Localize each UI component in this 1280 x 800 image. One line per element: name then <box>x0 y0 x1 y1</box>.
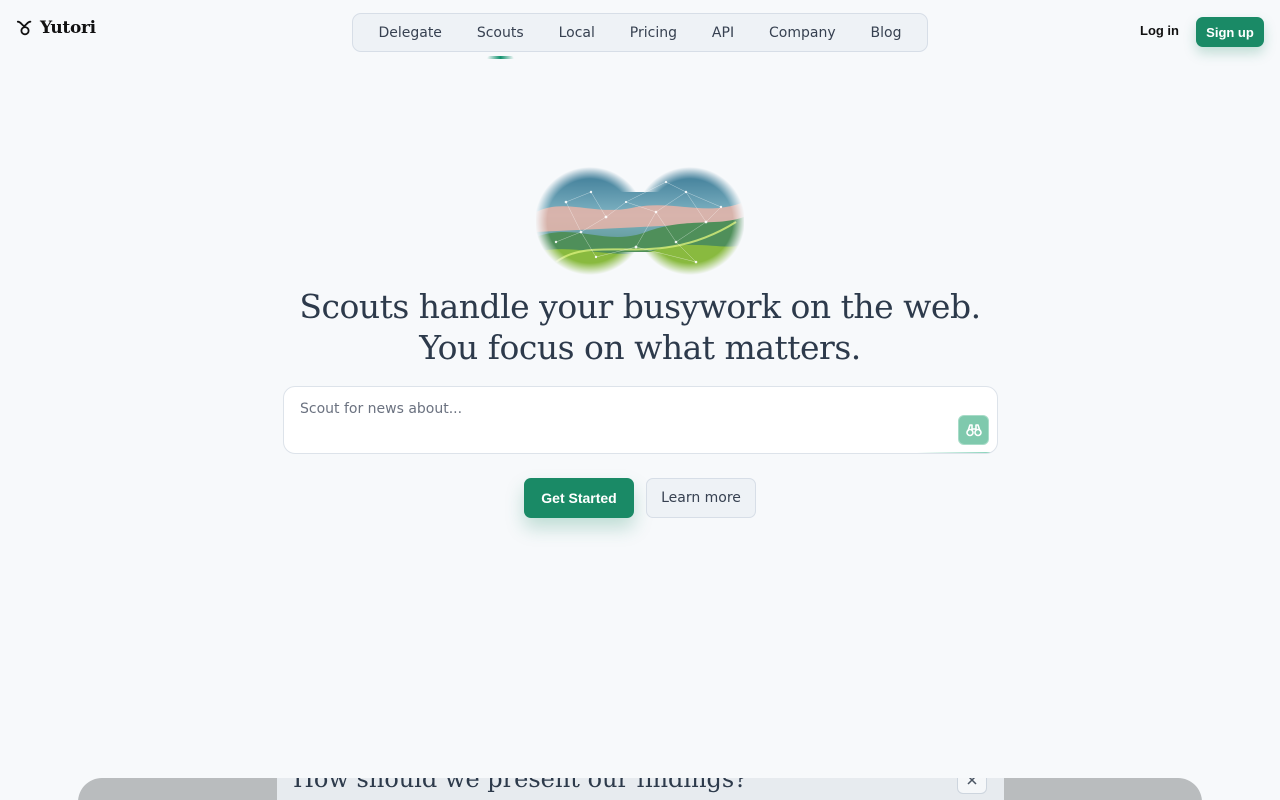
headline-line-2: You focus on what matters. <box>419 328 861 367</box>
preview-question: How should we present our findings? <box>293 778 748 793</box>
nav-item-blog[interactable]: Blog <box>863 19 910 47</box>
binoculars-icon <box>965 424 982 437</box>
binoculars-landscape-art <box>536 162 744 280</box>
preview-panel: How should we present our findings? <box>277 778 1004 800</box>
brand-logo[interactable]: Yutori <box>16 18 96 38</box>
hero-headline: Scouts handle your busywork on the web. … <box>0 286 1280 368</box>
signup-button[interactable]: Sign up <box>1196 17 1264 47</box>
learn-more-button[interactable]: Learn more <box>646 478 756 518</box>
scout-search-box[interactable] <box>283 386 998 454</box>
nav-item-api[interactable]: API <box>704 19 742 47</box>
yutori-logo-icon <box>16 20 32 36</box>
nav-item-scouts[interactable]: Scouts <box>469 19 532 59</box>
nav-item-company[interactable]: Company <box>761 19 844 47</box>
get-started-button[interactable]: Get Started <box>524 478 634 518</box>
main-nav: Delegate Scouts Local Pricing API Compan… <box>352 13 928 59</box>
scout-search-input[interactable] <box>300 401 940 417</box>
search-submit-button[interactable] <box>958 415 989 445</box>
nav-item-local[interactable]: Local <box>551 19 603 47</box>
close-icon <box>967 778 977 785</box>
headline-line-1: Scouts handle your busywork on the web. <box>299 287 981 326</box>
nav-item-delegate[interactable]: Delegate <box>370 19 449 47</box>
preview-close-button[interactable] <box>957 778 987 794</box>
login-link[interactable]: Log in <box>1140 23 1179 38</box>
brand-name: Yutori <box>40 18 96 38</box>
nav-item-pricing[interactable]: Pricing <box>622 19 685 47</box>
product-preview: How should we present our findings? <box>78 778 1202 800</box>
